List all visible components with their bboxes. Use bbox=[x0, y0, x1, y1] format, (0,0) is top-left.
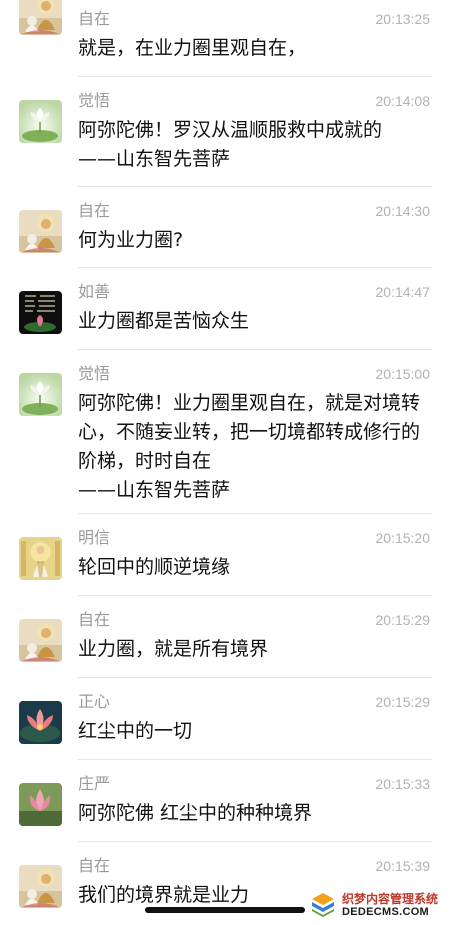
sender-name: 觉悟 bbox=[78, 366, 111, 383]
calligraphy-lotus-avatar[interactable] bbox=[19, 291, 62, 334]
message-text-line: 何为业力圈? bbox=[78, 229, 184, 251]
lotus-flower-avatar[interactable] bbox=[19, 783, 62, 826]
message-timestamp: 20:14:47 bbox=[375, 284, 431, 300]
buddha-lotus-avatar[interactable] bbox=[19, 619, 62, 662]
message-text: 轮回中的顺逆境缘 bbox=[78, 553, 434, 582]
message-text: 业力圈，就是所有境界 bbox=[78, 635, 434, 664]
message-text-line: ——山东智先菩萨 bbox=[78, 148, 231, 170]
buddha-lotus-avatar[interactable] bbox=[19, 210, 62, 253]
sender-name: 如善 bbox=[78, 284, 111, 301]
sender-name: 觉悟 bbox=[78, 93, 111, 110]
message-timestamp: 20:13:25 bbox=[375, 11, 431, 27]
message-text: 业力圈都是苦恼众生 bbox=[78, 307, 434, 336]
pink-lotus-avatar[interactable] bbox=[19, 701, 62, 744]
message-timestamp: 20:15:29 bbox=[375, 612, 431, 628]
home-indicator[interactable] bbox=[145, 907, 305, 913]
buddha-lotus-avatar[interactable] bbox=[19, 0, 62, 35]
message-text-line: 心，不随妄业转，把一切境都转成修行的 bbox=[78, 421, 421, 443]
message-text-line: 阿弥陀佛！业力圈里观自在，就是对境转 bbox=[78, 392, 421, 414]
message-divider bbox=[78, 513, 432, 514]
message-divider bbox=[78, 677, 432, 678]
message-divider bbox=[78, 759, 432, 760]
message-divider bbox=[78, 267, 432, 268]
sender-name: 正心 bbox=[78, 694, 111, 711]
white-lotus-avatar[interactable] bbox=[19, 100, 62, 143]
watermark-logo: 织梦内容管理系统 DEDECMS.COM bbox=[310, 888, 446, 922]
buddha-lotus-avatar[interactable] bbox=[19, 865, 62, 908]
message-timestamp: 20:14:08 bbox=[375, 93, 431, 109]
message-text: 就是，在业力圈里观自在， bbox=[78, 34, 434, 63]
dedecms-logo-icon bbox=[310, 891, 336, 922]
message-text-line: 红尘中的一切 bbox=[78, 720, 193, 742]
message-timestamp: 20:15:33 bbox=[375, 776, 431, 792]
message-text-line: 阿弥陀佛！罗汉从温顺服救中成就的 bbox=[78, 119, 383, 141]
watermark-url: DEDECMS.COM bbox=[342, 906, 430, 918]
sender-name: 自在 bbox=[78, 858, 111, 875]
message-text: 红尘中的一切 bbox=[78, 717, 434, 746]
message-text: 何为业力圈? bbox=[78, 226, 434, 255]
message-text-line: 业力圈都是苦恼众生 bbox=[78, 310, 250, 332]
message-text-line: 就是，在业力圈里观自在， bbox=[78, 37, 307, 59]
message-text-line: 轮回中的顺逆境缘 bbox=[78, 556, 231, 578]
message-divider bbox=[78, 595, 432, 596]
message-timestamp: 20:15:00 bbox=[375, 366, 431, 382]
message-timestamp: 20:14:30 bbox=[375, 203, 431, 219]
sender-name: 明信 bbox=[78, 530, 111, 547]
sender-name: 自在 bbox=[78, 612, 111, 629]
guanyin-avatar[interactable] bbox=[19, 537, 62, 580]
message-divider bbox=[78, 186, 432, 187]
message-text-line: 业力圈，就是所有境界 bbox=[78, 638, 269, 660]
message-timestamp: 20:15:20 bbox=[375, 530, 431, 546]
message-text-line: ——山东智先菩萨 bbox=[78, 479, 231, 501]
white-lotus-avatar[interactable] bbox=[19, 373, 62, 416]
message-text: 阿弥陀佛 红尘中的种种境界 bbox=[78, 799, 434, 828]
sender-name: 庄严 bbox=[78, 776, 111, 793]
message-timestamp: 20:15:39 bbox=[375, 858, 431, 874]
sender-name: 自在 bbox=[78, 11, 111, 28]
message-text-line: 阶梯，时时自在 bbox=[78, 450, 212, 472]
message-text: 阿弥陀佛！业力圈里观自在，就是对境转 心，不随妄业转，把一切境都转成修行的 阶梯，时… bbox=[78, 389, 434, 505]
message-timestamp: 20:15:29 bbox=[375, 694, 431, 710]
message-text: 阿弥陀佛！罗汉从温顺服救中成就的 ——山东智先菩萨 bbox=[78, 116, 434, 174]
sender-name: 自在 bbox=[78, 203, 111, 220]
watermark-title: 织梦内容管理系统 bbox=[342, 892, 439, 906]
message-divider bbox=[78, 841, 432, 842]
message-text-line: 阿弥陀佛 红尘中的种种境界 bbox=[78, 802, 313, 824]
message-divider bbox=[78, 76, 432, 77]
message-divider bbox=[78, 349, 432, 350]
